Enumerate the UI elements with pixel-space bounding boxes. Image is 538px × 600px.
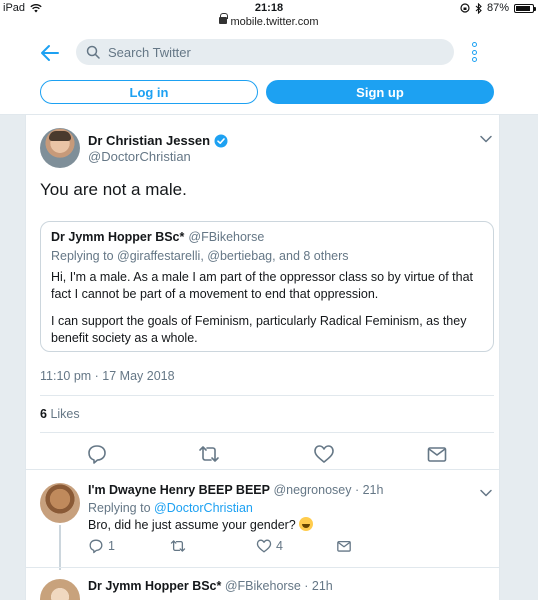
quoted-tweet[interactable]: Dr Jymm Hopper BSc* @FBikehorse Replying … [40, 221, 494, 352]
reply-author-name[interactable]: I'm Dwayne Henry BEEP BEEP [88, 483, 270, 497]
quote-body: Hi, I'm a male. As a male I am part of t… [51, 269, 483, 347]
reply-time[interactable]: 21h [363, 483, 384, 497]
quote-paragraph: I can support the goals of Feminism, par… [51, 314, 467, 345]
quote-header: Dr Jymm Hopper BSc* @FBikehorse [51, 230, 483, 244]
reply-count: 1 [108, 539, 115, 553]
reply-header: Dr Jymm Hopper BSc* @FBikehorse · 21h [88, 579, 333, 593]
quote-author-name: Dr Jymm Hopper BSc* [51, 230, 185, 244]
battery-percent: 87% [486, 2, 509, 14]
laughing-emoji-icon [299, 517, 314, 531]
search-bar[interactable] [76, 39, 454, 65]
battery-fill [516, 5, 530, 11]
replying-handle-link[interactable]: @DoctorChristian [154, 501, 253, 515]
status-right: 87% [460, 2, 536, 14]
reply-icon[interactable] [88, 538, 104, 554]
message-action[interactable] [336, 538, 352, 554]
signup-button[interactable]: Sign up [266, 80, 494, 104]
reply-author-handle[interactable]: @FBikehorse [225, 579, 301, 593]
tweet-timestamp[interactable]: 11:10 pm · 17 May 2018 [40, 369, 175, 383]
reply-text-content: Bro, did he just assume your gender? [88, 518, 296, 532]
thread-line [59, 525, 61, 570]
chevron-down-icon[interactable] [479, 132, 493, 146]
like-icon[interactable] [313, 443, 335, 465]
like-icon[interactable] [256, 538, 272, 554]
direct-message-icon[interactable] [336, 538, 352, 554]
quote-replying-to: Replying to @giraffestarelli, @bertiebag… [51, 249, 349, 263]
like-action[interactable]: 4 [256, 538, 283, 554]
divider [40, 395, 494, 396]
reply-author-handle[interactable]: @negronosey [273, 483, 351, 497]
reply-time[interactable]: 21h [312, 579, 333, 593]
retweet-action[interactable] [170, 538, 190, 554]
divider [26, 567, 499, 568]
site-header: Log in Sign up [0, 30, 538, 115]
chevron-down-icon[interactable] [479, 486, 493, 500]
reply-replying-to: Replying to @DoctorChristian [88, 501, 253, 515]
tweet-actions [26, 439, 499, 469]
divider [40, 432, 494, 433]
reply-tweet[interactable]: I'm Dwayne Henry BEEP BEEP @negronosey ·… [26, 483, 499, 583]
orientation-lock-icon [460, 3, 470, 13]
verified-badge-icon [214, 134, 228, 147]
reply-tweet[interactable]: Dr Jymm Hopper BSc* @FBikehorse · 21h [26, 579, 499, 600]
reply-header: I'm Dwayne Henry BEEP BEEP @negronosey ·… [88, 483, 384, 497]
quote-paragraph: Hi, I'm a male. As a male I am part of t… [51, 270, 474, 301]
author-handle[interactable]: @DoctorChristian [88, 149, 191, 164]
search-icon [86, 45, 100, 59]
author-name-text[interactable]: Dr Christian Jessen [88, 133, 210, 148]
likes-label: Likes [50, 407, 80, 421]
avatar[interactable] [40, 579, 80, 600]
status-time: 21:18 [254, 2, 284, 14]
more-options-icon[interactable] [466, 39, 482, 65]
likes-count[interactable]: 6 Likes [40, 407, 80, 421]
like-count: 4 [276, 539, 283, 553]
url-text: mobile.twitter.com [230, 16, 319, 28]
status-bar: iPad 21:18 mobile.twitter.com 87% [0, 0, 538, 30]
search-input[interactable] [108, 44, 438, 60]
avatar[interactable] [40, 483, 80, 523]
tweet-text: You are not a male. [40, 180, 187, 199]
bluetooth-icon [475, 2, 482, 14]
direct-message-icon[interactable] [426, 443, 448, 465]
reply-icon[interactable] [86, 443, 108, 465]
timeline: Dr Christian Jessen @DoctorChristian You… [25, 115, 500, 600]
address-bar[interactable]: mobile.twitter.com [0, 13, 538, 28]
reply-author-name[interactable]: Dr Jymm Hopper BSc* [88, 579, 221, 593]
replying-prefix: Replying to [88, 501, 151, 515]
reply-action[interactable]: 1 [88, 538, 115, 554]
likes-number: 6 [40, 407, 47, 421]
back-arrow-icon[interactable] [38, 41, 62, 65]
reply-actions: 1 4 [88, 538, 351, 556]
reply-text: Bro, did he just assume your gender? [88, 517, 314, 532]
quote-author-handle: @FBikehorse [188, 230, 265, 244]
author-name[interactable]: Dr Christian Jessen [88, 133, 228, 148]
battery-icon [514, 3, 536, 13]
retweet-icon[interactable] [170, 538, 186, 554]
lock-icon [219, 13, 229, 24]
login-button[interactable]: Log in [40, 80, 258, 104]
divider [26, 469, 499, 470]
retweet-icon[interactable] [198, 443, 220, 465]
avatar[interactable] [40, 128, 80, 168]
